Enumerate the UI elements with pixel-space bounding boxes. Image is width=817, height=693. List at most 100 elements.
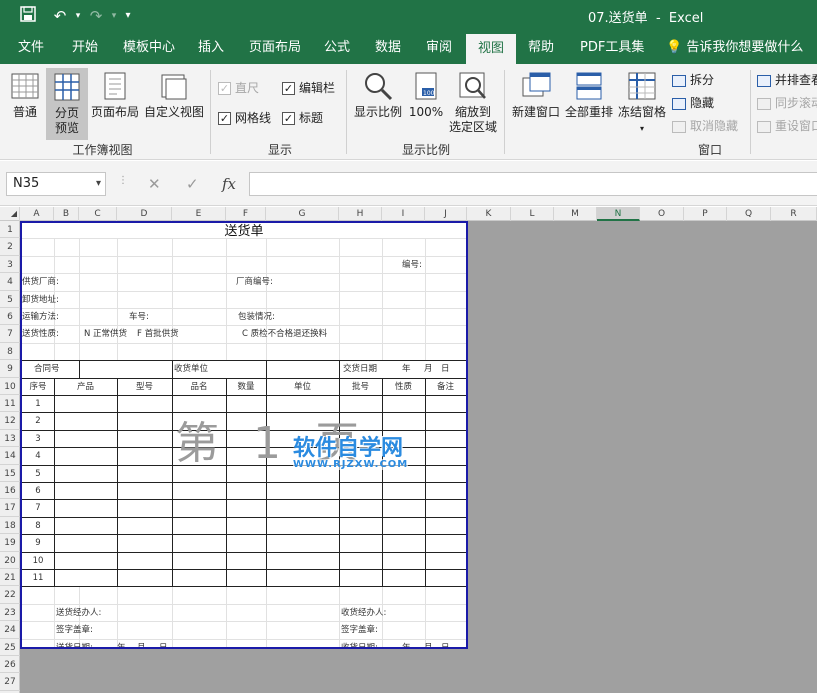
row-header-9[interactable]: 9 — [0, 360, 20, 378]
column-header-c[interactable]: C — [79, 207, 117, 221]
tab-template-center[interactable]: 模板中心 — [121, 32, 177, 64]
view-side-by-side-button[interactable]: 并排查看 — [757, 71, 817, 89]
row-header-13[interactable]: 13 — [0, 430, 20, 448]
insert-function-icon[interactable]: fx — [222, 175, 236, 193]
tab-file[interactable]: 文件 — [16, 32, 46, 64]
select-all-corner[interactable]: ◢ — [0, 207, 20, 221]
row-header-5[interactable]: 5 — [0, 291, 20, 308]
row-header-18[interactable]: 18 — [0, 517, 20, 535]
column-header-b[interactable]: B — [54, 207, 79, 221]
row-header-12[interactable]: 12 — [0, 412, 20, 430]
column-header-k[interactable]: K — [467, 207, 511, 221]
row-header-14[interactable]: 14 — [0, 447, 20, 465]
receiver-unit-label: 收货单位 — [174, 364, 209, 375]
row-headers: 1 2 3 4 5 6 7 8 9 10 11 12 13 14 15 16 17 18 19 20 21 22 23 24 2… — [0, 221, 20, 693]
custom-views-button[interactable]: 自定义视图 — [142, 70, 206, 136]
gridlines-label: 网格线 — [235, 111, 272, 125]
undo-icon[interactable]: ↶ — [50, 6, 70, 26]
unhide-button[interactable]: 取消隐藏 — [672, 117, 738, 135]
enter-icon[interactable]: ✓ — [186, 175, 199, 193]
row-header-8[interactable]: 8 — [0, 343, 20, 361]
tab-page-layout[interactable]: 页面布局 — [247, 32, 303, 64]
normal-view-button[interactable]: 普通 — [6, 70, 44, 136]
column-header-l[interactable]: L — [511, 207, 554, 221]
freeze-panes-button[interactable]: 冻结窗格 ▾ — [616, 70, 668, 140]
headings-checkbox[interactable]: ✓ 标题 — [282, 110, 323, 128]
tab-formulas[interactable]: 公式 — [322, 32, 352, 64]
row-header-6[interactable]: 6 — [0, 308, 20, 326]
column-header-f[interactable]: F — [226, 207, 266, 221]
new-window-button[interactable]: 新建窗口 — [510, 70, 562, 136]
gridlines-checkbox[interactable]: ✓ 网格线 — [218, 110, 271, 128]
row-header-11[interactable]: 11 — [0, 395, 20, 413]
column-header-o[interactable]: O — [640, 207, 684, 221]
number-label: 编号: — [402, 259, 422, 270]
ruler-checkbox[interactable]: ✓ 直尺 — [218, 80, 259, 98]
zoom-button[interactable]: 显示比例 — [352, 70, 404, 136]
row-header-25[interactable]: 25 — [0, 639, 20, 656]
undo-dropdown-icon[interactable]: ▾ — [68, 6, 88, 26]
row-header-7[interactable]: 7 — [0, 325, 20, 343]
row-header-26[interactable]: 26 — [0, 656, 20, 674]
gridline — [266, 586, 267, 647]
row-header-17[interactable]: 17 — [0, 499, 20, 517]
row-header-23[interactable]: 23 — [0, 604, 20, 622]
column-header-e[interactable]: E — [172, 207, 226, 221]
hide-button[interactable]: 隐藏 — [672, 94, 714, 112]
row-header-2[interactable]: 2 — [0, 238, 20, 256]
arrange-all-button[interactable]: 全部重排 — [563, 70, 615, 136]
row-header-19[interactable]: 19 — [0, 534, 20, 552]
tell-me-search[interactable]: 💡 告诉我你想要做什么 — [664, 32, 805, 64]
row-header-21[interactable]: 21 — [0, 569, 20, 587]
row-header-24[interactable]: 24 — [0, 621, 20, 639]
zoom-100-button[interactable]: 100 100% — [406, 70, 446, 136]
column-header-m[interactable]: M — [554, 207, 597, 221]
column-header-n[interactable]: N — [597, 207, 640, 221]
save-icon[interactable] — [18, 6, 38, 26]
tab-home[interactable]: 开始 — [70, 32, 100, 64]
cancel-icon[interactable]: ✕ — [148, 175, 161, 193]
transport-label: 运输方法: — [22, 312, 59, 322]
column-header-d[interactable]: D — [117, 207, 172, 221]
lightbulb-icon: 💡 — [666, 40, 683, 55]
worksheet-area[interactable]: ◢ ABCDEFGHIJKLMNOPQR 1 2 3 4 5 6 7 8 9 10 11 12 13 14… — [0, 207, 817, 693]
window-title: 07.送货单 - Excel — [588, 11, 704, 26]
column-header-h[interactable]: H — [339, 207, 382, 221]
page-layout-view-button[interactable]: 页面布局 — [89, 70, 141, 136]
redo-icon[interactable]: ↷ — [86, 6, 106, 26]
tab-data[interactable]: 数据 — [373, 32, 403, 64]
column-header-p[interactable]: P — [684, 207, 727, 221]
row-header-16[interactable]: 16 — [0, 482, 20, 500]
column-header-r[interactable]: R — [771, 207, 817, 221]
zoom-to-selection-button[interactable]: 缩放到 选定区域 — [447, 70, 499, 140]
sync-scroll-button[interactable]: 同步滚动 — [757, 94, 817, 112]
page-break-preview-icon — [54, 73, 80, 101]
gridline — [22, 621, 466, 623]
row-header-4[interactable]: 4 — [0, 273, 20, 291]
row-header-22[interactable]: 22 — [0, 586, 20, 604]
row-header-10[interactable]: 10 — [0, 378, 20, 395]
column-header-g[interactable]: G — [266, 207, 339, 221]
row-header-15[interactable]: 15 — [0, 465, 20, 482]
formula-bar-checkbox[interactable]: ✓ 编辑栏 — [282, 80, 335, 98]
header-serial: 序号 — [29, 381, 47, 392]
row-header-3[interactable]: 3 — [0, 256, 20, 274]
formula-input[interactable] — [249, 172, 817, 196]
customize-icon[interactable]: ▾ — [118, 6, 138, 26]
column-header-a[interactable]: A — [20, 207, 54, 221]
tab-help[interactable]: 帮助 — [526, 32, 556, 64]
reset-position-button[interactable]: 重设窗口位置 — [757, 117, 817, 135]
tab-review[interactable]: 审阅 — [424, 32, 454, 64]
tab-view[interactable]: 视图 — [466, 34, 517, 64]
tab-pdf-tools[interactable]: PDF工具集 — [578, 32, 646, 64]
column-header-j[interactable]: J — [425, 207, 467, 221]
name-box[interactable]: N35 ▾ — [6, 172, 106, 196]
column-header-q[interactable]: Q — [727, 207, 771, 221]
column-header-i[interactable]: I — [382, 207, 425, 221]
row-header-1[interactable]: 1 — [0, 221, 20, 239]
row-header-20[interactable]: 20 — [0, 552, 20, 569]
split-button[interactable]: 拆分 — [672, 71, 714, 89]
row-header-27[interactable]: 27 — [0, 673, 20, 691]
page-break-preview-button[interactable]: 分页 预览 — [46, 68, 88, 140]
tab-insert[interactable]: 插入 — [196, 32, 226, 64]
